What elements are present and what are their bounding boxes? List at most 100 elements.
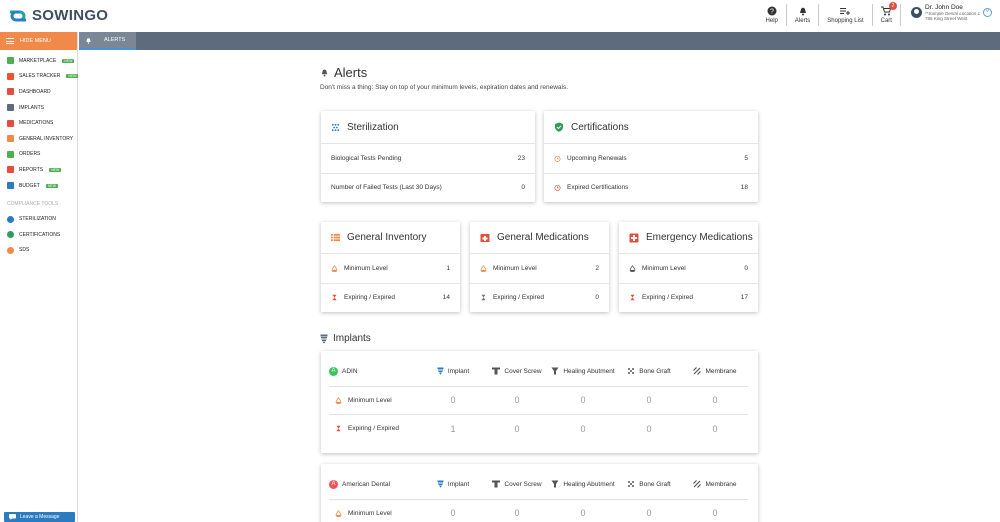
expiring-row[interactable]: Expiring / Expired 14: [321, 282, 460, 313]
sidebar-item-label: BUDGET: [19, 182, 40, 189]
implant-icon: [437, 367, 444, 376]
page-title-text: Alerts: [334, 65, 368, 80]
tab-alerts[interactable]: ALERTS: [79, 32, 136, 50]
failed-tests-row[interactable]: Number of Failed Tests (Last 30 Days) 0: [321, 172, 535, 203]
user-menu[interactable]: Dr. John Doe **Sample Dental Location 1 …: [910, 4, 992, 21]
sidebar-item-icon: [7, 57, 14, 65]
alerts-button[interactable]: Alerts: [793, 4, 812, 24]
row-value: 0: [595, 294, 599, 302]
row-label: Minimum Level: [329, 498, 422, 522]
column-header: Membrane: [682, 357, 748, 386]
column-label: Healing Abutment: [563, 480, 615, 488]
emergency-medications-card[interactable]: Emergency Medications Minimum Level 0 Ex…: [619, 222, 758, 312]
card-title: Sterilization: [347, 121, 399, 133]
table-cell[interactable]: 0: [616, 414, 682, 443]
bone-graft-icon: [628, 481, 635, 488]
upcoming-renewals-row[interactable]: Upcoming Renewals 5: [544, 143, 758, 173]
row-value: 0: [521, 184, 525, 192]
shopping-list-label: Shopping List: [827, 18, 864, 24]
sidebar-item-orders[interactable]: ORDERS: [0, 147, 77, 163]
general-inventory-card[interactable]: General Inventory Minimum Level 1 Expiri…: [321, 222, 460, 312]
shopping-list-button[interactable]: Shopping List: [825, 4, 865, 24]
table-cell[interactable]: 0: [616, 498, 682, 522]
hamburger-icon: [6, 38, 14, 44]
divider: [899, 4, 901, 26]
sidebar-item-general-inventory[interactable]: GENERAL INVENTORY: [0, 131, 77, 147]
certifications-card[interactable]: Certifications Upcoming Renewals 5 Expir…: [544, 111, 758, 202]
sowingo-logo[interactable]: SOWINGO: [8, 7, 108, 24]
compliance-tools-title: COMPLIANCE TOOLS: [7, 201, 59, 208]
table-cell[interactable]: 0: [682, 498, 748, 522]
column-label: Bone Graft: [639, 367, 671, 375]
implant-brand-card-adin[interactable]: A ADIN Implant Cover Screw Healing Abutment B…: [321, 351, 758, 453]
sidebar-item-sales-tracker[interactable]: SALES TRACKER NEW: [0, 69, 79, 85]
sidebar-item-budget[interactable]: BUDGET NEW: [0, 178, 77, 194]
row-label-text: Minimum Level: [348, 509, 392, 517]
sidebar-item-sterilization[interactable]: STERILIZATION: [0, 211, 77, 227]
hide-menu-button[interactable]: HIDE MENU: [0, 32, 77, 50]
leave-message-button[interactable]: Leave a Message: [4, 512, 75, 522]
table-cell[interactable]: 1: [422, 414, 484, 443]
page-title: Alerts: [320, 65, 367, 80]
sidebar-item-reports[interactable]: REPORTS NEW: [0, 162, 77, 178]
column-label: Membrane: [705, 367, 737, 375]
sidebar-item-marketplace[interactable]: MARKETPLACE NEW: [0, 53, 77, 69]
sidebar-item-certifications[interactable]: CERTIFICATIONS: [0, 227, 77, 243]
expiring-row[interactable]: Expiring / Expired 17: [619, 282, 758, 313]
row-value: 0: [744, 264, 748, 272]
row-label: Number of Failed Tests (Last 30 Days): [331, 184, 442, 192]
sterilization-card[interactable]: Sterilization Biological Tests Pending 2…: [321, 111, 535, 202]
table-cell[interactable]: 0: [484, 414, 550, 443]
sidebar-item-icon: [7, 72, 14, 80]
sidebar-item-medications[interactable]: MEDICATIONS: [0, 115, 77, 131]
biological-tests-row[interactable]: Biological Tests Pending 23: [321, 143, 535, 173]
cover-screw-icon: [492, 480, 501, 488]
droplet-icon: [335, 509, 342, 517]
divider: [785, 4, 787, 26]
implants-title: Implants: [320, 333, 371, 344]
table-cell[interactable]: 0: [550, 414, 616, 443]
row-label: Upcoming Renewals: [567, 154, 627, 162]
column-label: Implant: [447, 367, 470, 375]
table-cell[interactable]: 0: [550, 498, 616, 522]
card-title: Certifications: [571, 121, 629, 133]
general-medications-card[interactable]: General Medications Minimum Level 2 Expi…: [470, 222, 609, 312]
sidebar-item-label: IMPLANTS: [19, 104, 45, 111]
column-label: Membrane: [705, 480, 737, 488]
expiring-row[interactable]: Expiring / Expired 0: [470, 282, 609, 313]
brand-name[interactable]: A American Dental: [329, 470, 422, 499]
minimum-level-row[interactable]: Minimum Level 1: [321, 253, 460, 283]
chevron-down-icon[interactable]: ˅: [983, 8, 992, 17]
card-header: General Inventory: [321, 222, 460, 253]
sidebar-item-dashboard[interactable]: DASHBOARD: [0, 84, 77, 100]
table-cell[interactable]: 0: [484, 498, 550, 522]
row-label: Expired Certifications: [567, 184, 629, 192]
hourglass-icon: [336, 425, 341, 432]
column-label: Cover Screw: [504, 367, 542, 375]
help-icon: ?: [767, 6, 777, 16]
sidebar-item-icon: [7, 119, 14, 127]
card-title: General Inventory: [347, 232, 427, 243]
bell-icon: [86, 37, 91, 44]
sidebar-item-implants[interactable]: IMPLANTS: [0, 100, 77, 116]
brand-name[interactable]: A ADIN: [329, 357, 422, 386]
table-cell[interactable]: 0: [616, 385, 682, 415]
table-cell[interactable]: 0: [484, 385, 550, 415]
table-cell[interactable]: 0: [550, 385, 616, 415]
help-label: Help: [765, 18, 778, 24]
sidebar-item-label: ORDERS: [19, 151, 41, 158]
minimum-level-row[interactable]: Minimum Level 0: [619, 253, 758, 283]
sidebar-item-sds[interactable]: SDS: [0, 243, 77, 259]
sidebar-item-label: CERTIFICATIONS: [19, 231, 61, 238]
row-label: Expiring / Expired: [642, 294, 693, 302]
implant-brand-card-american-dental[interactable]: A American Dental Implant Cover Screw Healin…: [321, 464, 758, 522]
minimum-level-row[interactable]: Minimum Level 2: [470, 253, 609, 283]
column-header: Bone Graft: [616, 470, 682, 499]
table-cell[interactable]: 0: [422, 498, 484, 522]
table-cell[interactable]: 0: [422, 385, 484, 415]
expired-certifications-row[interactable]: Expired Certifications 18: [544, 172, 758, 203]
cart-button[interactable]: Cart 2: [879, 2, 897, 24]
help-button[interactable]: ? Help: [764, 4, 780, 24]
table-cell[interactable]: 0: [682, 385, 748, 415]
table-cell[interactable]: 0: [682, 414, 748, 443]
